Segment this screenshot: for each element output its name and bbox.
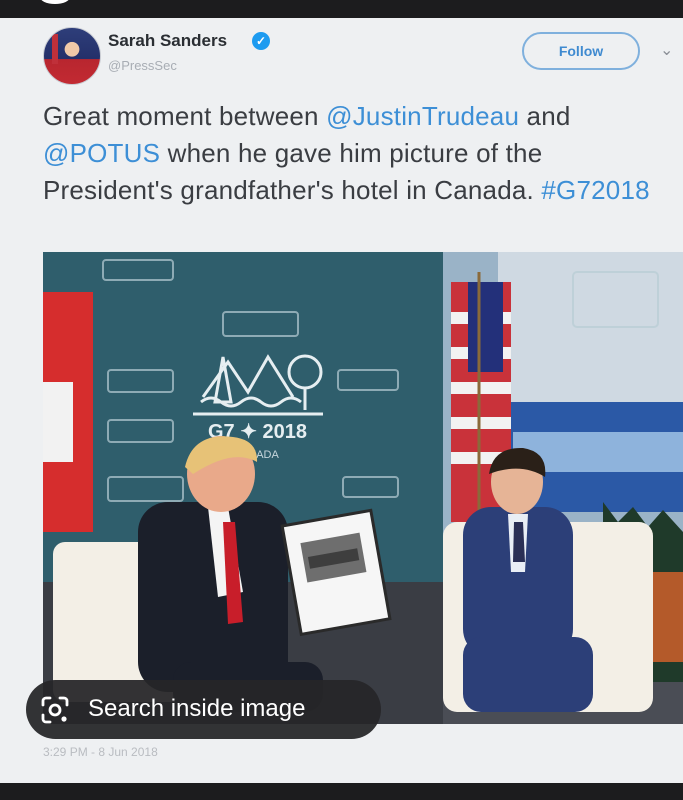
tweet-card: Sarah Sanders ✓ @PressSec Follow ⌄ Great… [0,18,683,783]
mention-link-potus[interactable]: @POTUS [43,138,160,168]
chevron-down-icon[interactable]: ⌄ [660,40,673,60]
us-flag-stripe [451,382,511,394]
hashtag-link[interactable]: #G72018 [541,175,649,205]
search-inside-image-button[interactable]: Search inside image [26,680,381,739]
lens-corner [41,696,52,707]
lens-center [48,703,62,717]
tweet-text-part: and [519,101,571,131]
lens-corner [41,713,52,724]
top-bar-shape [40,0,70,4]
lens-corner [58,696,69,707]
tweet-text-part: Great moment between [43,101,327,131]
canada-flag-white [43,382,73,462]
tweet-text: Great moment between @JustinTrudeau and … [43,98,668,209]
top-system-bar [0,0,683,18]
mention-link-trudeau[interactable]: @JustinTrudeau [326,101,519,131]
tweet-timestamp: 3:29 PM - 8 Jun 2018 [43,745,158,759]
us-flag-canton [468,282,503,372]
verified-badge-icon: ✓ [252,32,270,50]
search-inside-image-label: Search inside image [88,695,306,722]
framed-picture [280,508,392,637]
avatar-flag-detail [52,34,58,64]
author-handle[interactable]: @PressSec [108,58,177,73]
tie-right [513,522,525,562]
legs-right [463,637,593,712]
lens-dot [61,716,67,722]
lens-camera-icon [41,696,69,724]
bottom-system-bar [0,783,683,800]
tweet-photo[interactable]: G7 ✦ 2018 CANADA [43,252,683,724]
author-name[interactable]: Sarah Sanders [108,31,227,51]
us-flag-stripe [451,417,511,429]
avatar[interactable] [43,27,101,85]
photo-scene: G7 ✦ 2018 CANADA [43,252,683,724]
follow-button[interactable]: Follow [522,32,640,70]
